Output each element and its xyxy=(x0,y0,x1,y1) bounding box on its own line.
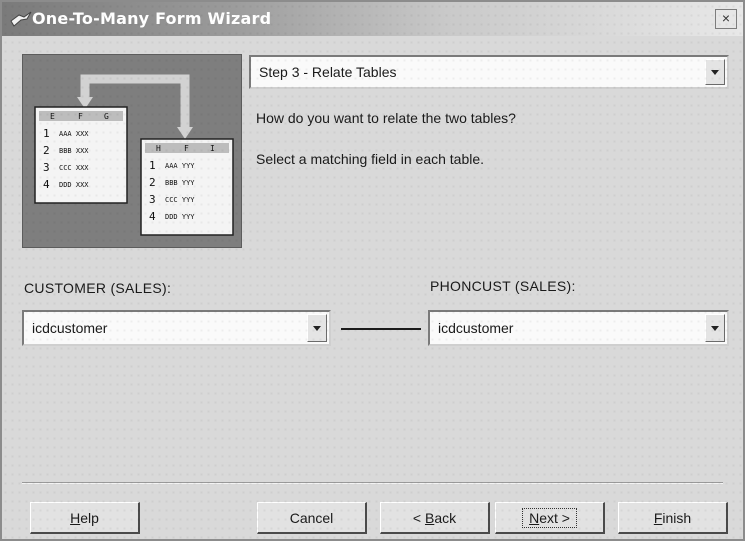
right-row-data: DDD YYY xyxy=(165,213,195,221)
title-bar: One-To-Many Form Wizard × xyxy=(2,2,743,36)
right-table-label: PHONCUST (SALES): xyxy=(430,278,576,294)
right-header-2: I xyxy=(210,144,215,153)
next-button[interactable]: Next > xyxy=(495,502,605,534)
left-header-0: E xyxy=(50,112,55,121)
back-label: ack xyxy=(434,510,457,526)
left-row-data: BBB XXX xyxy=(59,147,89,155)
step-select-value: Step 3 - Relate Tables xyxy=(259,64,397,80)
help-button[interactable]: Help xyxy=(30,502,140,534)
back-button[interactable]: < Back xyxy=(380,502,490,534)
finish-button[interactable]: Finish xyxy=(618,502,728,534)
cancel-label: Cancel xyxy=(289,510,334,526)
left-row-num: 3 xyxy=(43,161,50,174)
right-row-num: 4 xyxy=(149,210,156,223)
relate-tables-illustration: E F G H F I 1 AAA XXX 2 BBB XXX 3 CCC XX… xyxy=(22,54,242,248)
left-row-data: AAA XXX xyxy=(59,130,89,138)
field-link-line xyxy=(341,328,421,330)
right-row-num: 1 xyxy=(149,159,156,172)
left-header-1: F xyxy=(78,112,83,121)
back-prefix: < xyxy=(412,510,425,526)
finish-label: inish xyxy=(662,510,692,526)
right-header-0: H xyxy=(156,144,161,153)
back-accel: B xyxy=(424,510,435,526)
next-label: ext > xyxy=(539,510,570,526)
chevron-down-icon[interactable] xyxy=(705,59,725,85)
relate-tables-picture: E F G H F I 1 AAA XXX 2 BBB XXX 3 CCC XX… xyxy=(34,74,234,236)
next-focus-frame: Next > xyxy=(522,508,577,528)
right-field-value: icdcustomer xyxy=(438,320,514,336)
close-button[interactable]: × xyxy=(715,9,737,29)
left-row-num: 1 xyxy=(43,127,50,140)
right-row-num: 3 xyxy=(149,193,156,206)
left-header-2: G xyxy=(104,112,109,121)
wizard-window: One-To-Many Form Wizard × E F G H F I 1 … xyxy=(0,0,745,541)
left-field-select[interactable]: icdcustomer xyxy=(22,310,331,346)
right-row-data: CCC YYY xyxy=(165,196,195,204)
chevron-down-icon[interactable] xyxy=(307,314,327,342)
right-field-select[interactable]: icdcustomer xyxy=(428,310,729,346)
left-field-value: icdcustomer xyxy=(32,320,108,336)
relate-hint: Select a matching field in each table. xyxy=(256,151,485,167)
chevron-down-icon[interactable] xyxy=(705,314,725,342)
left-row-data: DDD XXX xyxy=(59,181,89,189)
left-row-num: 2 xyxy=(43,144,50,157)
help-label: elp xyxy=(80,510,99,526)
button-separator xyxy=(22,482,723,484)
left-table-label: CUSTOMER (SALES): xyxy=(24,280,172,296)
right-row-num: 2 xyxy=(149,176,156,189)
right-row-data: BBB YYY xyxy=(165,179,195,187)
cancel-button[interactable]: Cancel xyxy=(257,502,367,534)
help-accel: H xyxy=(70,510,81,526)
wizard-wand-icon xyxy=(10,11,32,27)
right-header-1: F xyxy=(184,144,189,153)
left-row-data: CCC XXX xyxy=(59,164,89,172)
step-select[interactable]: Step 3 - Relate Tables xyxy=(249,55,729,89)
left-row-num: 4 xyxy=(43,178,50,191)
next-accel: N xyxy=(529,510,540,526)
right-row-data: AAA YYY xyxy=(165,162,195,170)
relate-question: How do you want to relate the two tables… xyxy=(256,110,516,126)
window-title: One-To-Many Form Wizard xyxy=(32,9,272,28)
